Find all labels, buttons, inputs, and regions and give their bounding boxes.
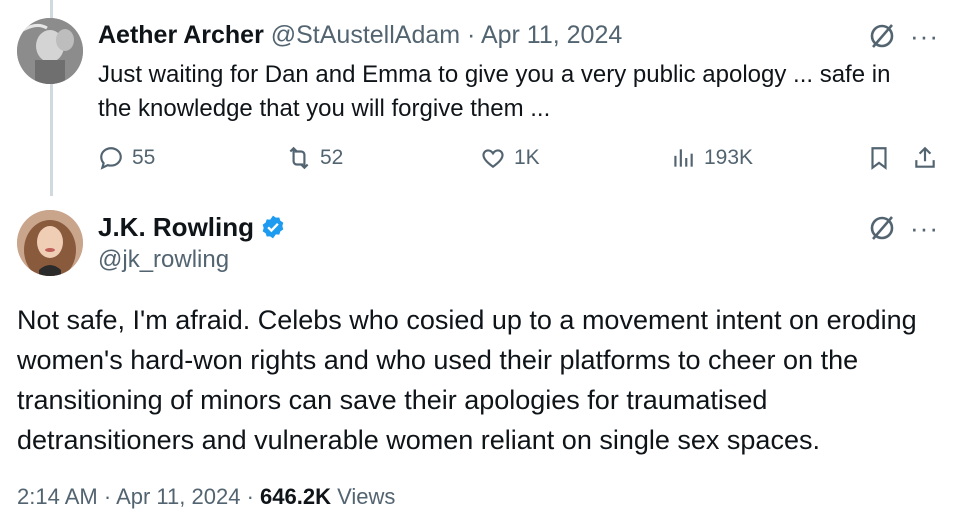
meta-separator: · xyxy=(246,484,254,509)
post-views-count: 646.2K xyxy=(260,484,331,509)
views-action[interactable]: 193K xyxy=(670,141,753,175)
views-icon xyxy=(674,149,693,167)
reply-text: Just waiting for Dan and Emma to give yo… xyxy=(98,61,891,122)
bookmark-icon xyxy=(871,147,887,170)
main-handle[interactable]: @jk_rowling xyxy=(98,245,229,275)
main-post-text: Not safe, I'm afraid. Celebs who cosied … xyxy=(17,305,917,455)
share-icon xyxy=(915,146,935,168)
grok-icon[interactable] xyxy=(868,22,896,50)
more-icon[interactable]: ··· xyxy=(910,215,939,241)
reply-author-name[interactable]: Aether Archer xyxy=(98,21,264,49)
repost-icon xyxy=(289,146,309,170)
avatar-jk-rowling[interactable] xyxy=(17,210,83,276)
grok-icon[interactable] xyxy=(868,214,896,242)
post-time[interactable]: 2:14 AM xyxy=(17,484,98,509)
bookmark-action[interactable] xyxy=(866,141,900,175)
main-author-name[interactable]: J.K. Rowling xyxy=(98,211,254,243)
reply-action[interactable]: 55 xyxy=(98,141,155,175)
reply-separator: · xyxy=(467,21,476,49)
reply-date[interactable]: Apr 11, 2024 xyxy=(481,21,622,49)
reply-handle[interactable]: @StAustellAdam xyxy=(271,21,460,49)
reply-top-actions: ··· xyxy=(868,22,939,50)
repost-count: 52 xyxy=(320,146,344,169)
main-top-actions: ··· xyxy=(868,214,939,242)
reply-count: 55 xyxy=(132,146,156,169)
like-action[interactable]: 1K xyxy=(480,141,540,175)
share-action[interactable] xyxy=(912,141,938,175)
post-meta: 2:14 AM · Apr 11, 2024 · 646.2K Views xyxy=(17,482,395,512)
views-count: 193K xyxy=(704,146,754,169)
reply-header: Aether Archer @StAustellAdam · Apr 11, 2… xyxy=(98,20,622,50)
more-icon[interactable]: ··· xyxy=(910,23,939,49)
meta-separator: · xyxy=(103,484,112,509)
reply-icon xyxy=(100,147,122,170)
verified-icon xyxy=(262,215,284,239)
like-count: 1K xyxy=(514,146,540,169)
repost-action[interactable]: 52 xyxy=(286,141,343,175)
avatar-aether-archer[interactable] xyxy=(17,18,83,84)
main-author-line: J.K. Rowling xyxy=(98,211,286,243)
like-icon xyxy=(482,149,504,168)
post-views-label: Views xyxy=(337,484,396,509)
post-date[interactable]: Apr 11, 2024 xyxy=(116,484,240,509)
